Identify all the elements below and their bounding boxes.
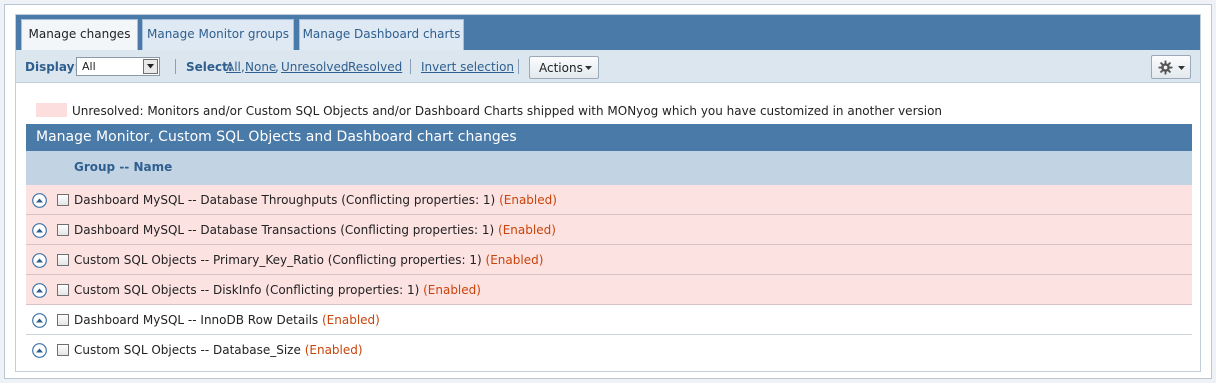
- row-status: (Enabled): [499, 193, 557, 207]
- select-none-link[interactable]: None: [245, 60, 276, 74]
- invert-selection-link[interactable]: Invert selection: [421, 60, 514, 74]
- row-name: Custom SQL Objects -- DiskInfo (Conflict…: [74, 283, 420, 297]
- select-all-link[interactable]: All: [226, 60, 241, 74]
- row-label: Custom SQL Objects -- Database_Size (Ena…: [74, 343, 363, 357]
- row-name: Dashboard MySQL -- Database Throughputs …: [74, 193, 496, 207]
- row-name: Dashboard MySQL -- Database Transactions…: [74, 223, 495, 237]
- table-row: Custom SQL Objects -- Database_Size (Ena…: [26, 335, 1192, 365]
- table-row: Dashboard MySQL -- InnoDB Row Details (E…: [26, 305, 1192, 335]
- link-separator: ,: [342, 60, 346, 74]
- main-frame: Manage changes Manage Monitor groups Man…: [4, 4, 1212, 379]
- chevron-down-icon: [1178, 66, 1185, 70]
- row-label: Dashboard MySQL -- InnoDB Row Details (E…: [74, 313, 380, 327]
- row-name: Custom SQL Objects -- Primary_Key_Ratio …: [74, 253, 482, 267]
- tab-strip: Manage changes Manage Monitor groups Man…: [16, 15, 1200, 50]
- row-checkbox[interactable]: [57, 254, 69, 266]
- row-checkbox[interactable]: [57, 194, 69, 206]
- tab-manage-dashboard-charts[interactable]: Manage Dashboard charts: [299, 19, 464, 50]
- table-row: Dashboard MySQL -- Database Throughputs …: [26, 185, 1192, 215]
- select-resolved-link[interactable]: Resolved: [348, 60, 402, 74]
- expand-icon[interactable]: [32, 283, 47, 301]
- display-label: Display:: [25, 60, 80, 74]
- grid-column-header: Group -- Name: [26, 151, 1192, 185]
- link-separator: ,: [275, 60, 279, 74]
- select-unresolved-link[interactable]: Unresolved: [281, 60, 348, 74]
- row-name: Dashboard MySQL -- InnoDB Row Details: [74, 313, 319, 327]
- toolbar-divider: [518, 59, 519, 74]
- legend-text: Unresolved: Monitors and/or Custom SQL O…: [72, 104, 943, 118]
- unresolved-color-swatch: [36, 103, 67, 117]
- row-checkbox[interactable]: [57, 224, 69, 236]
- toolbar-divider: [410, 59, 411, 74]
- toolbar-divider: [175, 59, 176, 74]
- row-status: (Enabled): [304, 343, 363, 357]
- row-label: Dashboard MySQL -- Database Throughputs …: [74, 193, 557, 207]
- expand-icon[interactable]: [32, 223, 47, 241]
- expand-icon[interactable]: [32, 253, 47, 271]
- column-header-group-name[interactable]: Group -- Name: [74, 160, 172, 174]
- changes-panel: Manage changes Manage Monitor groups Man…: [15, 14, 1201, 372]
- tab-manage-changes[interactable]: Manage changes: [21, 19, 138, 50]
- row-label: Custom SQL Objects -- DiskInfo (Conflict…: [74, 283, 481, 297]
- expand-icon[interactable]: [32, 193, 47, 211]
- display-select[interactable]: All: [76, 57, 160, 76]
- row-status: (Enabled): [322, 313, 380, 327]
- actions-label: Actions: [539, 61, 583, 75]
- expand-icon[interactable]: [32, 343, 47, 361]
- actions-button[interactable]: Actions: [529, 56, 599, 79]
- row-label: Custom SQL Objects -- Primary_Key_Ratio …: [74, 253, 543, 267]
- row-checkbox[interactable]: [57, 344, 69, 356]
- row-status: (Enabled): [423, 283, 481, 297]
- row-label: Dashboard MySQL -- Database Transactions…: [74, 223, 556, 237]
- table-row: Custom SQL Objects -- DiskInfo (Conflict…: [26, 275, 1192, 305]
- table-row: Custom SQL Objects -- Primary_Key_Ratio …: [26, 245, 1192, 275]
- chevron-down-icon: [585, 66, 592, 70]
- row-checkbox[interactable]: [57, 314, 69, 326]
- row-name: Custom SQL Objects -- Database_Size: [74, 343, 301, 357]
- toolbar: Display: All Select: All , None , Unreso…: [16, 50, 1200, 83]
- row-status: (Enabled): [485, 253, 544, 267]
- settings-button[interactable]: [1151, 55, 1191, 79]
- chevron-down-icon[interactable]: [143, 59, 158, 74]
- grid-title: Manage Monitor, Custom SQL Objects and D…: [26, 124, 1192, 151]
- expand-icon[interactable]: [32, 313, 47, 331]
- gear-icon: [1158, 60, 1173, 75]
- table-row: Dashboard MySQL -- Database Transactions…: [26, 215, 1192, 245]
- tab-manage-monitor-groups[interactable]: Manage Monitor groups: [142, 19, 294, 50]
- display-select-value: All: [82, 60, 96, 73]
- row-checkbox[interactable]: [57, 284, 69, 296]
- row-status: (Enabled): [498, 223, 556, 237]
